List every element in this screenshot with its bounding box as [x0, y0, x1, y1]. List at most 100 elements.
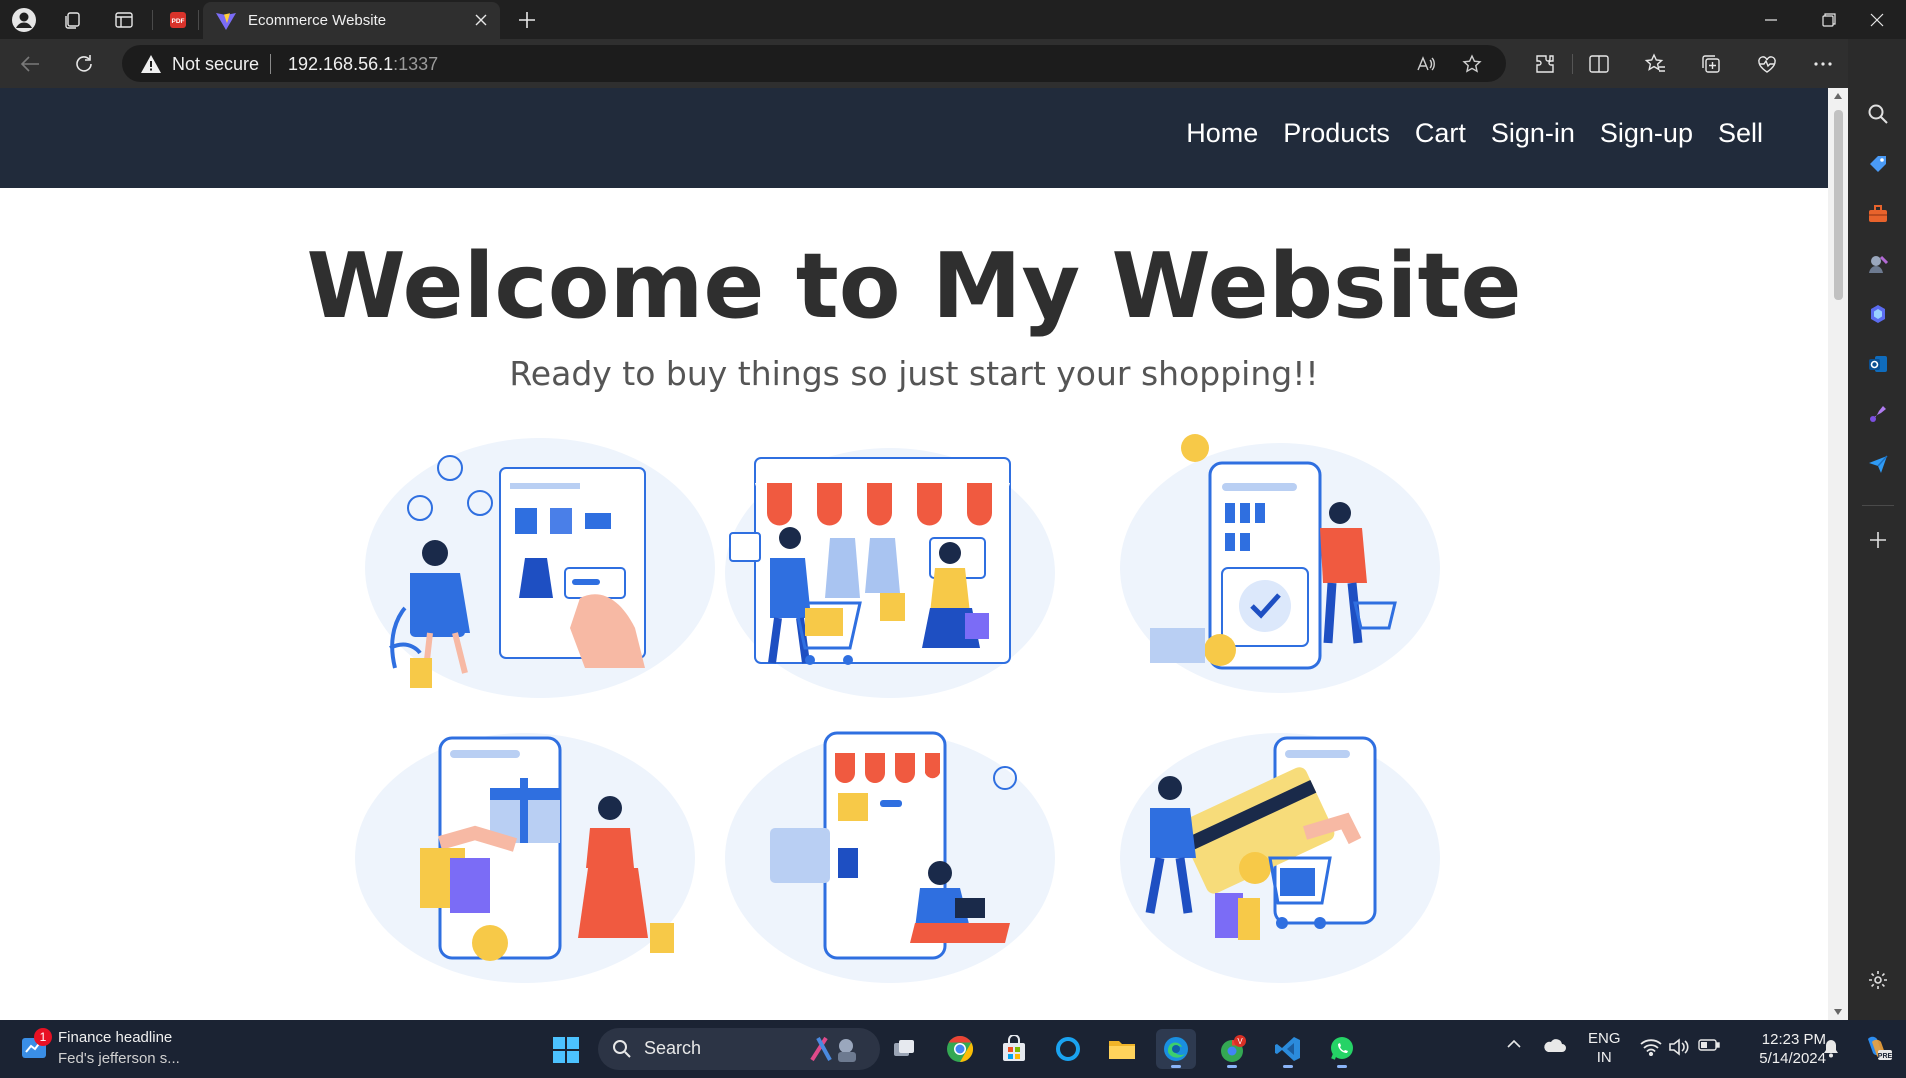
language-code: ENG: [1588, 1030, 1621, 1047]
illustration-storefront: [725, 448, 1055, 698]
illustration-mobile-browsing: [725, 731, 1055, 983]
hero-title: Welcome to My Website: [306, 234, 1522, 339]
whatsapp-icon[interactable]: [1322, 1029, 1362, 1069]
page-scrollbar[interactable]: [1828, 88, 1848, 1020]
wifi-icon[interactable]: [1640, 1038, 1662, 1056]
copilot-taskbar-icon[interactable]: PRE: [1862, 1034, 1892, 1062]
read-aloud-icon[interactable]: [1412, 50, 1440, 78]
toolbar-separator: [1572, 54, 1573, 74]
volume-icon[interactable]: [1668, 1038, 1690, 1056]
add-sidebar-app-icon[interactable]: [1863, 525, 1893, 555]
close-tab-icon[interactable]: [470, 9, 492, 31]
outlook-icon[interactable]: [1863, 349, 1893, 379]
hero-subtitle: Ready to buy things so just start your s…: [509, 354, 1319, 393]
widget-subtext[interactable]: Fed's jefferson s...: [58, 1050, 180, 1067]
site-navbar: Home Products Cart Sign-in Sign-up Sell: [0, 88, 1828, 188]
back-button[interactable]: [14, 48, 46, 80]
edge-icon[interactable]: [1156, 1029, 1196, 1069]
language-indicator[interactable]: ENG IN: [1588, 1029, 1621, 1067]
browser-toolbar: Not secure 192.168.56.1:1337: [0, 39, 1906, 88]
tab-ecommerce[interactable]: Ecommerce Website: [203, 2, 500, 39]
illustration-online-clothing: [365, 438, 715, 698]
browser-tab-bar: PDF Ecommerce Website: [0, 0, 1906, 39]
windows-logo-icon: [553, 1037, 579, 1063]
nav-products[interactable]: Products: [1283, 118, 1390, 148]
nav-sell[interactable]: Sell: [1718, 118, 1763, 148]
tab-title: Ecommerce Website: [248, 12, 387, 29]
new-tab-button[interactable]: [512, 6, 542, 34]
nav-home[interactable]: Home: [1186, 118, 1258, 148]
task-view-icon[interactable]: [884, 1029, 924, 1069]
split-screen-icon[interactable]: [1582, 48, 1616, 80]
widgets-button[interactable]: 1: [20, 1028, 52, 1067]
active-app-indicator: [1337, 1065, 1347, 1068]
chrome-icon[interactable]: [940, 1029, 980, 1069]
shopping-illustration: [355, 434, 1440, 983]
warning-icon[interactable]: [140, 54, 162, 79]
omnibox-divider: [270, 54, 271, 74]
widget-headline[interactable]: Finance headline: [58, 1029, 172, 1046]
microsoft-store-icon[interactable]: [994, 1029, 1034, 1069]
minimize-button[interactable]: [1742, 0, 1800, 39]
nav-cart[interactable]: Cart: [1415, 118, 1466, 148]
tools-icon[interactable]: [1863, 199, 1893, 229]
file-explorer-icon[interactable]: [1102, 1029, 1142, 1069]
extensions-icon[interactable]: [1528, 48, 1562, 80]
search-icon[interactable]: [1863, 99, 1893, 129]
url-port: :1337: [393, 54, 439, 74]
site-nav-links: Home Products Cart Sign-in Sign-up Sell: [1186, 118, 1763, 149]
clock-date: 5/14/2024: [1759, 1050, 1826, 1067]
scrollbar-thumb[interactable]: [1834, 110, 1843, 300]
profile-icon[interactable]: [8, 6, 40, 34]
pdf-tab-icon[interactable]: PDF: [162, 6, 194, 34]
region-code: IN: [1596, 1049, 1612, 1066]
sidebar-settings-icon[interactable]: [1863, 965, 1893, 995]
collections-icon[interactable]: [1694, 48, 1728, 80]
start-button[interactable]: [552, 1036, 580, 1069]
active-app-indicator: [1171, 1065, 1181, 1068]
url-text[interactable]: 192.168.56.1:1337: [288, 54, 438, 75]
onedrive-icon[interactable]: [1542, 1038, 1566, 1054]
search-icon: [613, 1040, 631, 1058]
designer-icon[interactable]: [1863, 399, 1893, 429]
vscode-icon[interactable]: [1268, 1029, 1308, 1069]
workspaces-icon[interactable]: [56, 6, 88, 34]
notifications-bell-icon[interactable]: [1822, 1038, 1840, 1058]
more-options-icon[interactable]: [1806, 48, 1840, 80]
send-icon[interactable]: [1863, 449, 1893, 479]
active-app-indicator: [1283, 1065, 1293, 1068]
clock[interactable]: 12:23 PM 5/14/2024: [1736, 1030, 1826, 1068]
nav-sign-in[interactable]: Sign-in: [1491, 118, 1575, 148]
windows-taskbar: 1 Finance headline Fed's jefferson s... …: [0, 1020, 1906, 1078]
tab-separator: [198, 10, 199, 30]
security-label[interactable]: Not secure: [172, 54, 259, 75]
scroll-up-icon[interactable]: [1833, 92, 1843, 100]
games-icon[interactable]: [1863, 249, 1893, 279]
chrome-profile-icon[interactable]: V: [1212, 1029, 1252, 1069]
illustration-mobile-checkout: [1120, 434, 1440, 693]
svg-text:PDF: PDF: [172, 18, 185, 25]
cortana-icon[interactable]: [1048, 1029, 1088, 1069]
show-hidden-icons[interactable]: [1506, 1038, 1522, 1050]
favorites-icon[interactable]: [1638, 48, 1672, 80]
url-host: 192.168.56.1: [288, 54, 394, 74]
svg-text:V: V: [1237, 1037, 1243, 1046]
browser-essentials-icon[interactable]: [1750, 48, 1784, 80]
illustration-card-payment: [1120, 733, 1440, 983]
address-bar[interactable]: Not secure 192.168.56.1:1337: [122, 45, 1506, 82]
taskbar-search[interactable]: Search: [598, 1028, 880, 1070]
copilot-sidebar-icon[interactable]: [1863, 299, 1893, 329]
favorite-star-icon[interactable]: [1458, 50, 1486, 78]
clock-time: 12:23 PM: [1761, 1031, 1826, 1048]
notification-badge: 1: [34, 1028, 52, 1046]
close-window-button[interactable]: [1848, 0, 1906, 39]
nav-sign-up[interactable]: Sign-up: [1600, 118, 1693, 148]
sidebar-separator: [1862, 505, 1894, 506]
battery-icon[interactable]: [1698, 1038, 1720, 1052]
edge-sidebar: [1848, 39, 1906, 1020]
shopping-tag-icon[interactable]: [1863, 149, 1893, 179]
tab-separator: [152, 10, 153, 30]
scroll-down-icon[interactable]: [1833, 1008, 1843, 1016]
tab-actions-icon[interactable]: [108, 6, 140, 34]
refresh-button[interactable]: [68, 48, 100, 80]
